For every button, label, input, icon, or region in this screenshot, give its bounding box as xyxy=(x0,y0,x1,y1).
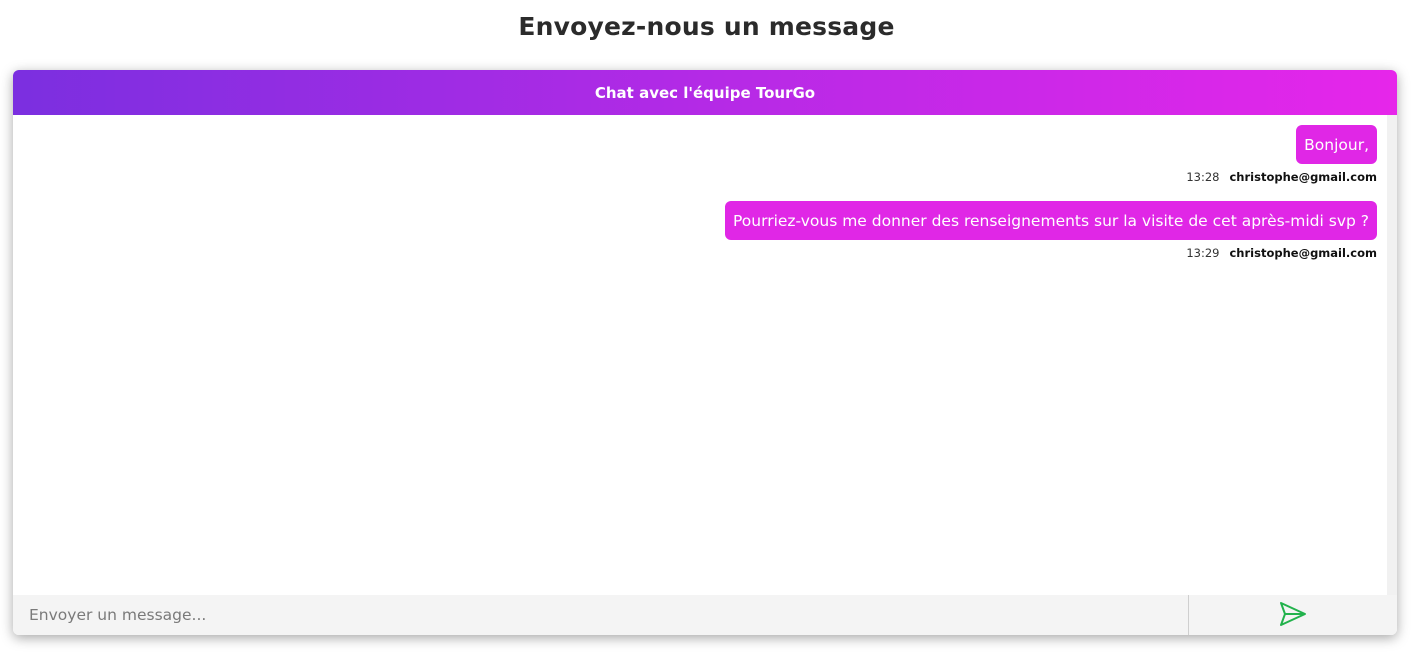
message-list[interactable]: Bonjour, 13:28 christophe@gmail.com Pour… xyxy=(13,115,1387,595)
message-time: 13:28 xyxy=(1186,170,1220,184)
message-composer xyxy=(13,595,1397,635)
message-item: Bonjour, 13:28 christophe@gmail.com xyxy=(13,125,1377,184)
chat-header-title: Chat avec l'équipe TourGo xyxy=(594,83,816,102)
message-input[interactable] xyxy=(13,595,1189,635)
message-meta: 13:29 christophe@gmail.com xyxy=(1186,246,1377,260)
message-time: 13:29 xyxy=(1186,246,1220,260)
send-button[interactable] xyxy=(1189,595,1397,635)
message-bubble: Pourriez-vous me donner des renseignemen… xyxy=(725,201,1377,240)
message-bubble: Bonjour, xyxy=(1296,125,1377,164)
message-list-scrollbar[interactable] xyxy=(1387,115,1397,595)
message-sender: christophe@gmail.com xyxy=(1229,246,1377,260)
send-arrow-icon xyxy=(1279,601,1307,630)
chat-window: Chat avec l'équipe TourGo Bonjour, 13:28… xyxy=(13,70,1397,635)
message-sender: christophe@gmail.com xyxy=(1229,170,1377,184)
message-meta: 13:28 christophe@gmail.com xyxy=(1186,170,1377,184)
page-title: Envoyez-nous un message xyxy=(518,12,895,41)
chat-header: Chat avec l'équipe TourGo xyxy=(13,70,1397,115)
message-item: Pourriez-vous me donner des renseignemen… xyxy=(13,201,1377,260)
